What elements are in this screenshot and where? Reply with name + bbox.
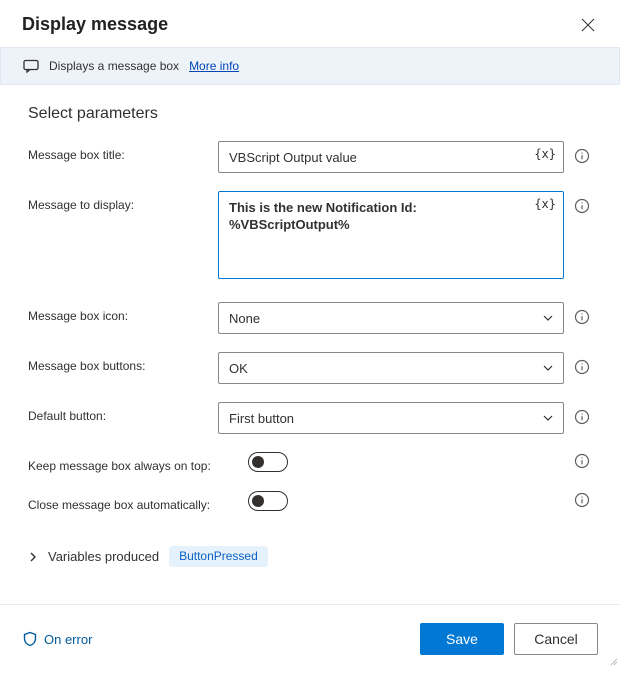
message-box-icon-select[interactable]: None — [218, 302, 564, 334]
section-title: Select parameters — [28, 105, 592, 123]
info-icon[interactable] — [574, 359, 592, 377]
close-button[interactable] — [578, 15, 598, 35]
row-close-automatically: Close message box automatically: — [28, 491, 592, 512]
save-button[interactable]: Save — [420, 623, 504, 655]
on-error-label: On error — [44, 632, 92, 647]
insert-variable-button[interactable]: {x} — [534, 147, 556, 161]
insert-variable-button[interactable]: {x} — [534, 197, 556, 211]
on-error-link[interactable]: On error — [22, 631, 92, 647]
variables-produced-label: Variables produced — [48, 549, 159, 564]
info-icon[interactable] — [574, 409, 592, 427]
row-message-to-display: Message to display: This is the new Noti… — [28, 191, 592, 284]
shield-icon — [22, 631, 38, 647]
close-automatically-toggle[interactable] — [248, 491, 288, 511]
row-message-box-title: Message box title: {x} — [28, 141, 592, 173]
info-icon[interactable] — [574, 492, 592, 510]
info-icon[interactable] — [574, 198, 592, 216]
dialog-body: Select parameters Message box title: {x}… — [0, 85, 620, 604]
info-bar-text: Displays a message box — [49, 59, 179, 73]
cancel-button[interactable]: Cancel — [514, 623, 598, 655]
dialog-footer: On error Save Cancel — [0, 604, 620, 673]
row-default-button: Default button: First button — [28, 402, 592, 434]
resize-grip-icon[interactable] — [608, 653, 618, 671]
label-default-button: Default button: — [28, 402, 218, 423]
label-close-automatically: Close message box automatically: — [28, 491, 248, 512]
default-button-select[interactable]: First button — [218, 402, 564, 434]
chevron-right-icon — [28, 552, 38, 562]
dialog-header: Display message — [0, 0, 620, 47]
message-box-buttons-select[interactable]: OK — [218, 352, 564, 384]
dialog-title: Display message — [22, 14, 168, 35]
label-message-box-icon: Message box icon: — [28, 302, 218, 323]
info-icon[interactable] — [574, 453, 592, 471]
info-icon[interactable] — [574, 148, 592, 166]
info-icon[interactable] — [574, 309, 592, 327]
always-on-top-toggle[interactable] — [248, 452, 288, 472]
row-always-on-top: Keep message box always on top: — [28, 452, 592, 473]
more-info-link[interactable]: More info — [189, 59, 239, 73]
row-message-box-buttons: Message box buttons: OK — [28, 352, 592, 384]
label-always-on-top: Keep message box always on top: — [28, 452, 248, 473]
info-bar: Displays a message box More info — [0, 47, 620, 85]
message-box-title-input[interactable] — [218, 141, 564, 173]
variable-pill[interactable]: ButtonPressed — [169, 546, 268, 567]
message-to-display-input[interactable]: This is the new Notification Id: %VBScri… — [218, 191, 564, 279]
variables-produced-row[interactable]: Variables produced ButtonPressed — [28, 530, 592, 573]
message-icon — [23, 58, 39, 74]
row-message-box-icon: Message box icon: None — [28, 302, 592, 334]
label-message-to-display: Message to display: — [28, 191, 218, 212]
display-message-dialog: Display message Displays a message box M… — [0, 0, 620, 673]
close-icon — [581, 18, 595, 32]
label-message-box-buttons: Message box buttons: — [28, 352, 218, 373]
label-message-box-title: Message box title: — [28, 141, 218, 162]
